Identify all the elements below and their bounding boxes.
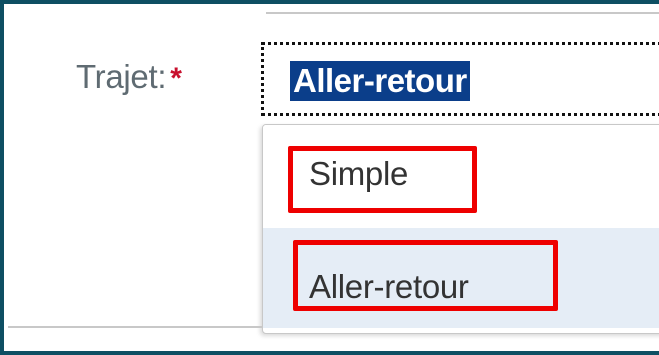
annotation-box-simple xyxy=(288,146,477,213)
trajet-label: Trajet: * xyxy=(76,58,182,96)
annotation-box-aller-retour xyxy=(293,240,558,311)
selected-value: Aller-retour xyxy=(290,61,470,101)
trajet-label-text: Trajet: xyxy=(76,58,167,95)
required-marker: * xyxy=(170,62,182,95)
divider-bottom xyxy=(8,326,262,328)
trajet-select[interactable]: Aller-retour xyxy=(261,42,659,116)
divider-top xyxy=(266,12,659,14)
